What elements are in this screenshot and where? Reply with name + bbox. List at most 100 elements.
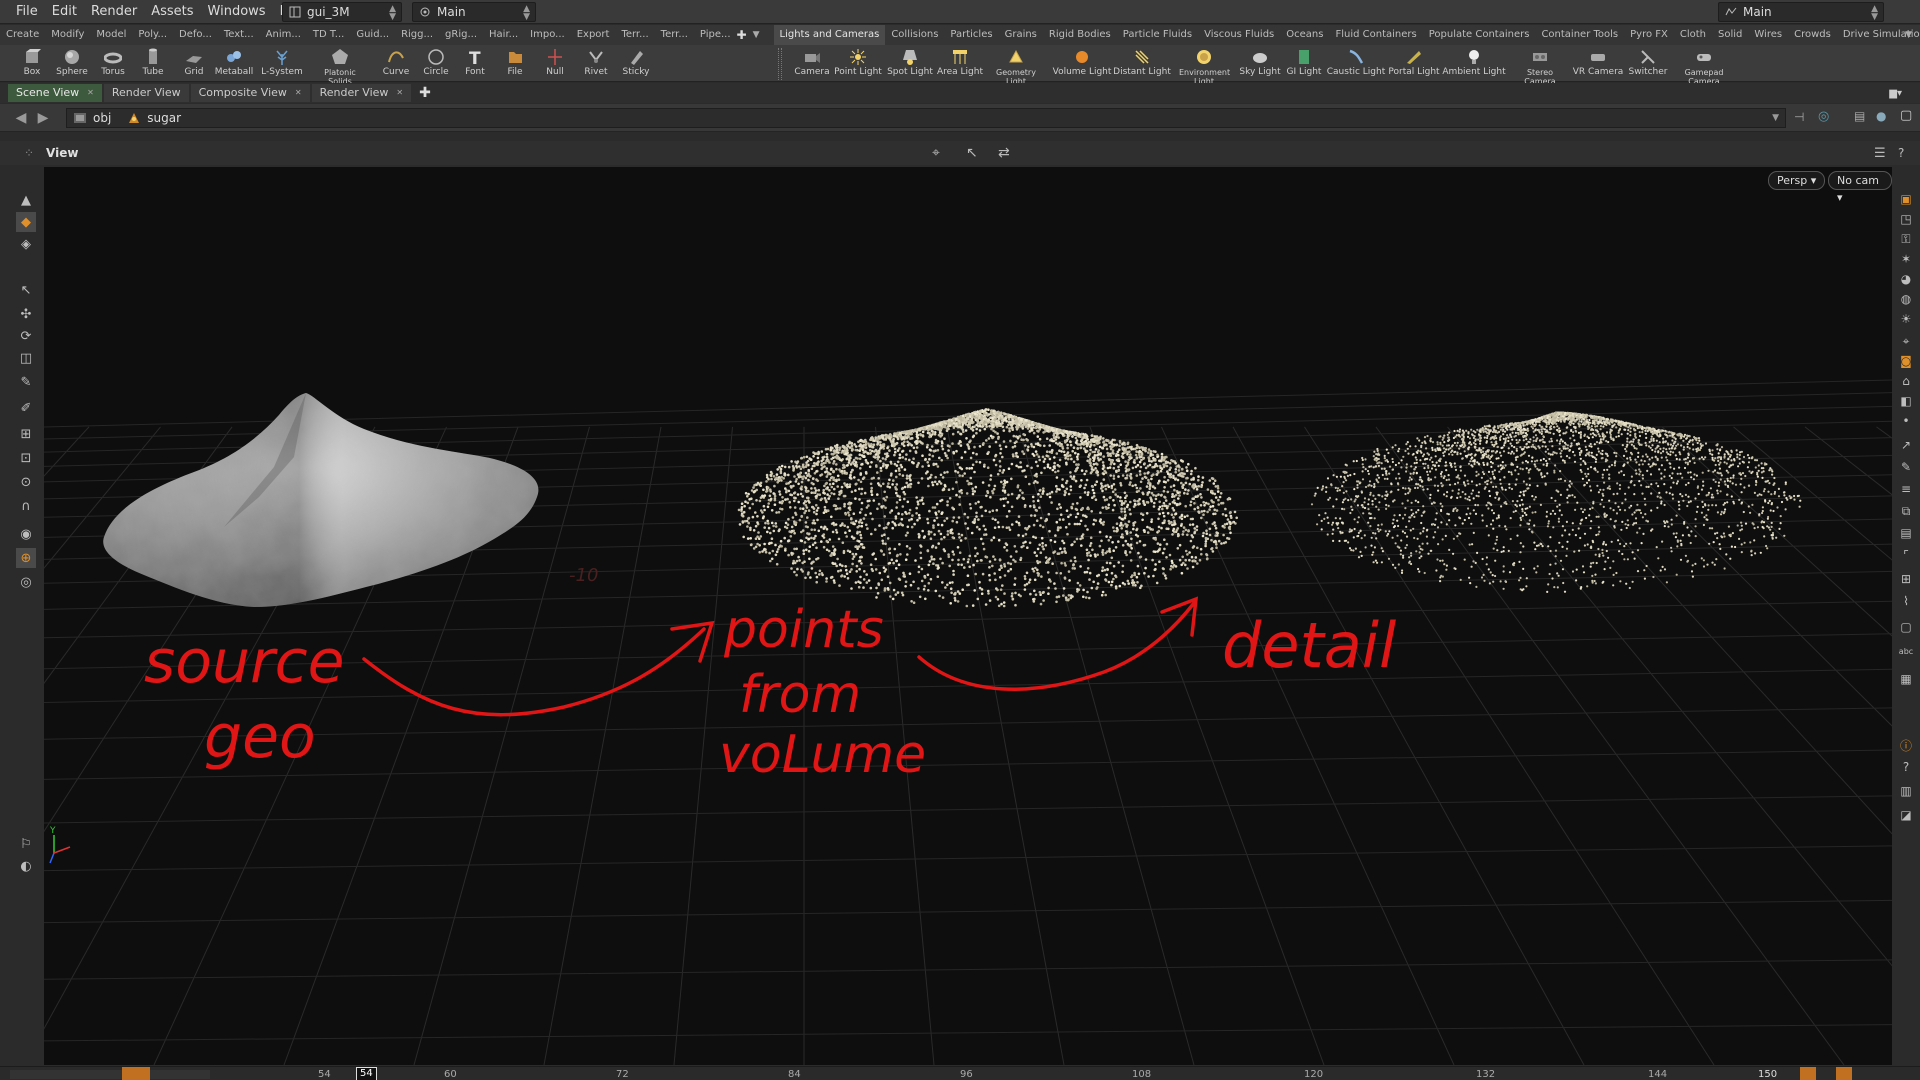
- snap-grid-icon[interactable]: ⊞: [16, 424, 36, 444]
- tool-curve[interactable]: Curve: [374, 45, 418, 82]
- tool-vr-camera[interactable]: VR Camera: [1570, 45, 1626, 82]
- dot-icon[interactable]: •: [1897, 412, 1915, 430]
- ghost-icon[interactable]: ✶: [1897, 250, 1915, 268]
- shelf-tab[interactable]: Solid: [1712, 25, 1748, 45]
- tool-stereo-camera[interactable]: Stereo Camera: [1512, 45, 1568, 86]
- shelf-tab[interactable]: Lights and Cameras: [773, 25, 886, 45]
- menu-windows[interactable]: Windows: [201, 0, 273, 24]
- wire-icon[interactable]: ⌇: [1897, 592, 1915, 610]
- shelf-tab[interactable]: Impo...: [524, 25, 571, 45]
- shelf-tab[interactable]: gRig...: [439, 25, 483, 45]
- scene-viewport[interactable]: -10 source geo points from voLume detail: [44, 167, 1892, 1065]
- rotate-icon[interactable]: ⟳: [16, 326, 36, 346]
- shelf-tab[interactable]: Terr...: [655, 25, 694, 45]
- tool-area-light[interactable]: Area Light: [932, 45, 988, 82]
- light-toggle-icon[interactable]: ☀: [1897, 310, 1915, 328]
- shelf-tab[interactable]: TD T...: [307, 25, 350, 45]
- tool-box[interactable]: Box: [10, 45, 54, 82]
- shelf-tab[interactable]: Wires: [1748, 25, 1788, 45]
- shelf-tab[interactable]: Populate Containers: [1423, 25, 1536, 45]
- settings-icon[interactable]: ●: [1876, 109, 1886, 123]
- shelf-tab[interactable]: Rigid Bodies: [1043, 25, 1117, 45]
- move-icon[interactable]: ✣: [16, 304, 36, 324]
- snap-icon[interactable]: ⌖: [932, 145, 940, 161]
- tab-scene-view[interactable]: Scene View ✕: [8, 84, 102, 102]
- forward-arrow-icon[interactable]: ▶: [32, 110, 54, 126]
- tool-ambient-light[interactable]: Ambient Light: [1442, 45, 1506, 82]
- shelf-tab[interactable]: Rigg...: [395, 25, 439, 45]
- menu-edit[interactable]: Edit: [45, 0, 84, 24]
- add-shelf-icon[interactable]: ✚: [737, 28, 747, 42]
- shelf-tab[interactable]: Model: [90, 25, 132, 45]
- display-options-icon[interactable]: ☰: [1874, 146, 1886, 161]
- target-icon[interactable]: ⊕: [16, 548, 36, 568]
- tool-distant-light[interactable]: Distant Light: [1113, 45, 1171, 82]
- viewport-canvas[interactable]: -10 source geo points from voLume detail: [44, 167, 1892, 1065]
- maximize-icon[interactable]: ▢: [1900, 108, 1912, 123]
- crop-icon[interactable]: ⌜: [1897, 546, 1915, 564]
- tool-caustic-light[interactable]: Caustic Light: [1327, 45, 1385, 82]
- pencil-icon[interactable]: ✐: [16, 398, 36, 418]
- network-select[interactable]: Main ▲ ▼: [412, 2, 536, 22]
- brush-icon[interactable]: ✎: [16, 372, 36, 392]
- menu-assets[interactable]: Assets: [144, 0, 200, 24]
- tool-switcher[interactable]: Switcher: [1620, 45, 1676, 82]
- view-grip-icon[interactable]: ⁘: [24, 146, 34, 160]
- shelf-divider[interactable]: [778, 48, 782, 80]
- shelf-tab[interactable]: Fluid Containers: [1329, 25, 1422, 45]
- copy-icon[interactable]: ⧉: [1897, 502, 1915, 520]
- playbar-controls[interactable]: [10, 1070, 210, 1079]
- camera-menu[interactable]: No cam ▾: [1828, 171, 1892, 204]
- shelf-tab[interactable]: Text...: [218, 25, 260, 45]
- shelf-tab[interactable]: Oceans: [1280, 25, 1329, 45]
- pin-icon[interactable]: ⊣: [1794, 110, 1804, 124]
- help-icon[interactable]: ?: [1898, 146, 1904, 160]
- shelf-tab[interactable]: Viscous Fluids: [1198, 25, 1280, 45]
- shelf-tab[interactable]: Container Tools: [1535, 25, 1624, 45]
- shelf-tab[interactable]: Create: [0, 25, 45, 45]
- points-from-volume-cloud[interactable]: [737, 408, 1238, 608]
- tool-point-light[interactable]: Point Light: [830, 45, 886, 82]
- shelf-tab[interactable]: Pyro FX: [1624, 25, 1674, 45]
- menu-render[interactable]: Render: [84, 0, 144, 24]
- tool-circle[interactable]: Circle: [414, 45, 458, 82]
- tool-null[interactable]: Null: [533, 45, 577, 82]
- select-icon[interactable]: ↖: [16, 280, 36, 300]
- tool-metaball[interactable]: Metaball: [212, 45, 256, 82]
- tab-render-view-2[interactable]: Render View ✕: [311, 84, 412, 102]
- close-icon[interactable]: ✕: [87, 84, 94, 102]
- timeline[interactable]: 54 54 60 72 84 96 108 120 132 144 150: [0, 1066, 1920, 1080]
- shelf-tab[interactable]: Poly...: [132, 25, 173, 45]
- tool-gamepad-camera[interactable]: Gamepad Camera: [1676, 45, 1732, 86]
- shelf-tab[interactable]: Collisions: [885, 25, 944, 45]
- transform-icon[interactable]: ⇄: [998, 145, 1010, 161]
- tool-sticky[interactable]: Sticky: [614, 45, 658, 82]
- tab-composite-view[interactable]: Composite View ✕: [190, 84, 310, 102]
- shading-icon[interactable]: ◕: [1897, 270, 1915, 288]
- layout-toggle-icon[interactable]: ▥: [1897, 782, 1915, 800]
- tool-volume-light[interactable]: Volume Light: [1053, 45, 1111, 82]
- tool-l-system[interactable]: L-System: [260, 45, 304, 82]
- text-icon[interactable]: abc: [1897, 642, 1915, 660]
- tab-render-view[interactable]: Render View: [103, 84, 189, 102]
- snap-prim-icon[interactable]: ⊡: [16, 448, 36, 468]
- add-tab-icon[interactable]: ✚: [419, 85, 431, 101]
- frame-marker[interactable]: [122, 1067, 150, 1080]
- tool-portal-light[interactable]: Portal Light: [1386, 45, 1442, 82]
- current-frame[interactable]: 54: [356, 1067, 377, 1080]
- camera-lock-icon[interactable]: ◙: [1897, 352, 1915, 370]
- background-icon[interactable]: ◳: [1897, 210, 1915, 228]
- tool-torus[interactable]: Torus: [91, 45, 135, 82]
- mask-icon[interactable]: ◪: [1897, 806, 1915, 824]
- breadcrumb-obj[interactable]: obj: [67, 111, 121, 125]
- shelf-right-menu-icon[interactable]: ▼: [1905, 30, 1912, 40]
- shelf-tab[interactable]: Crowds: [1788, 25, 1837, 45]
- path-dropdown-icon[interactable]: ▼: [1772, 113, 1779, 123]
- tool-file[interactable]: File: [493, 45, 537, 82]
- magnet-icon[interactable]: ∩: [16, 496, 36, 516]
- display-options-icon[interactable]: ▣: [1897, 190, 1915, 208]
- display-icon[interactable]: ◐: [16, 856, 36, 876]
- render-region-icon[interactable]: ⚐: [16, 834, 36, 854]
- pose-tool-icon[interactable]: ◈: [16, 234, 36, 254]
- path-field[interactable]: obj sugar ▼: [66, 108, 1786, 128]
